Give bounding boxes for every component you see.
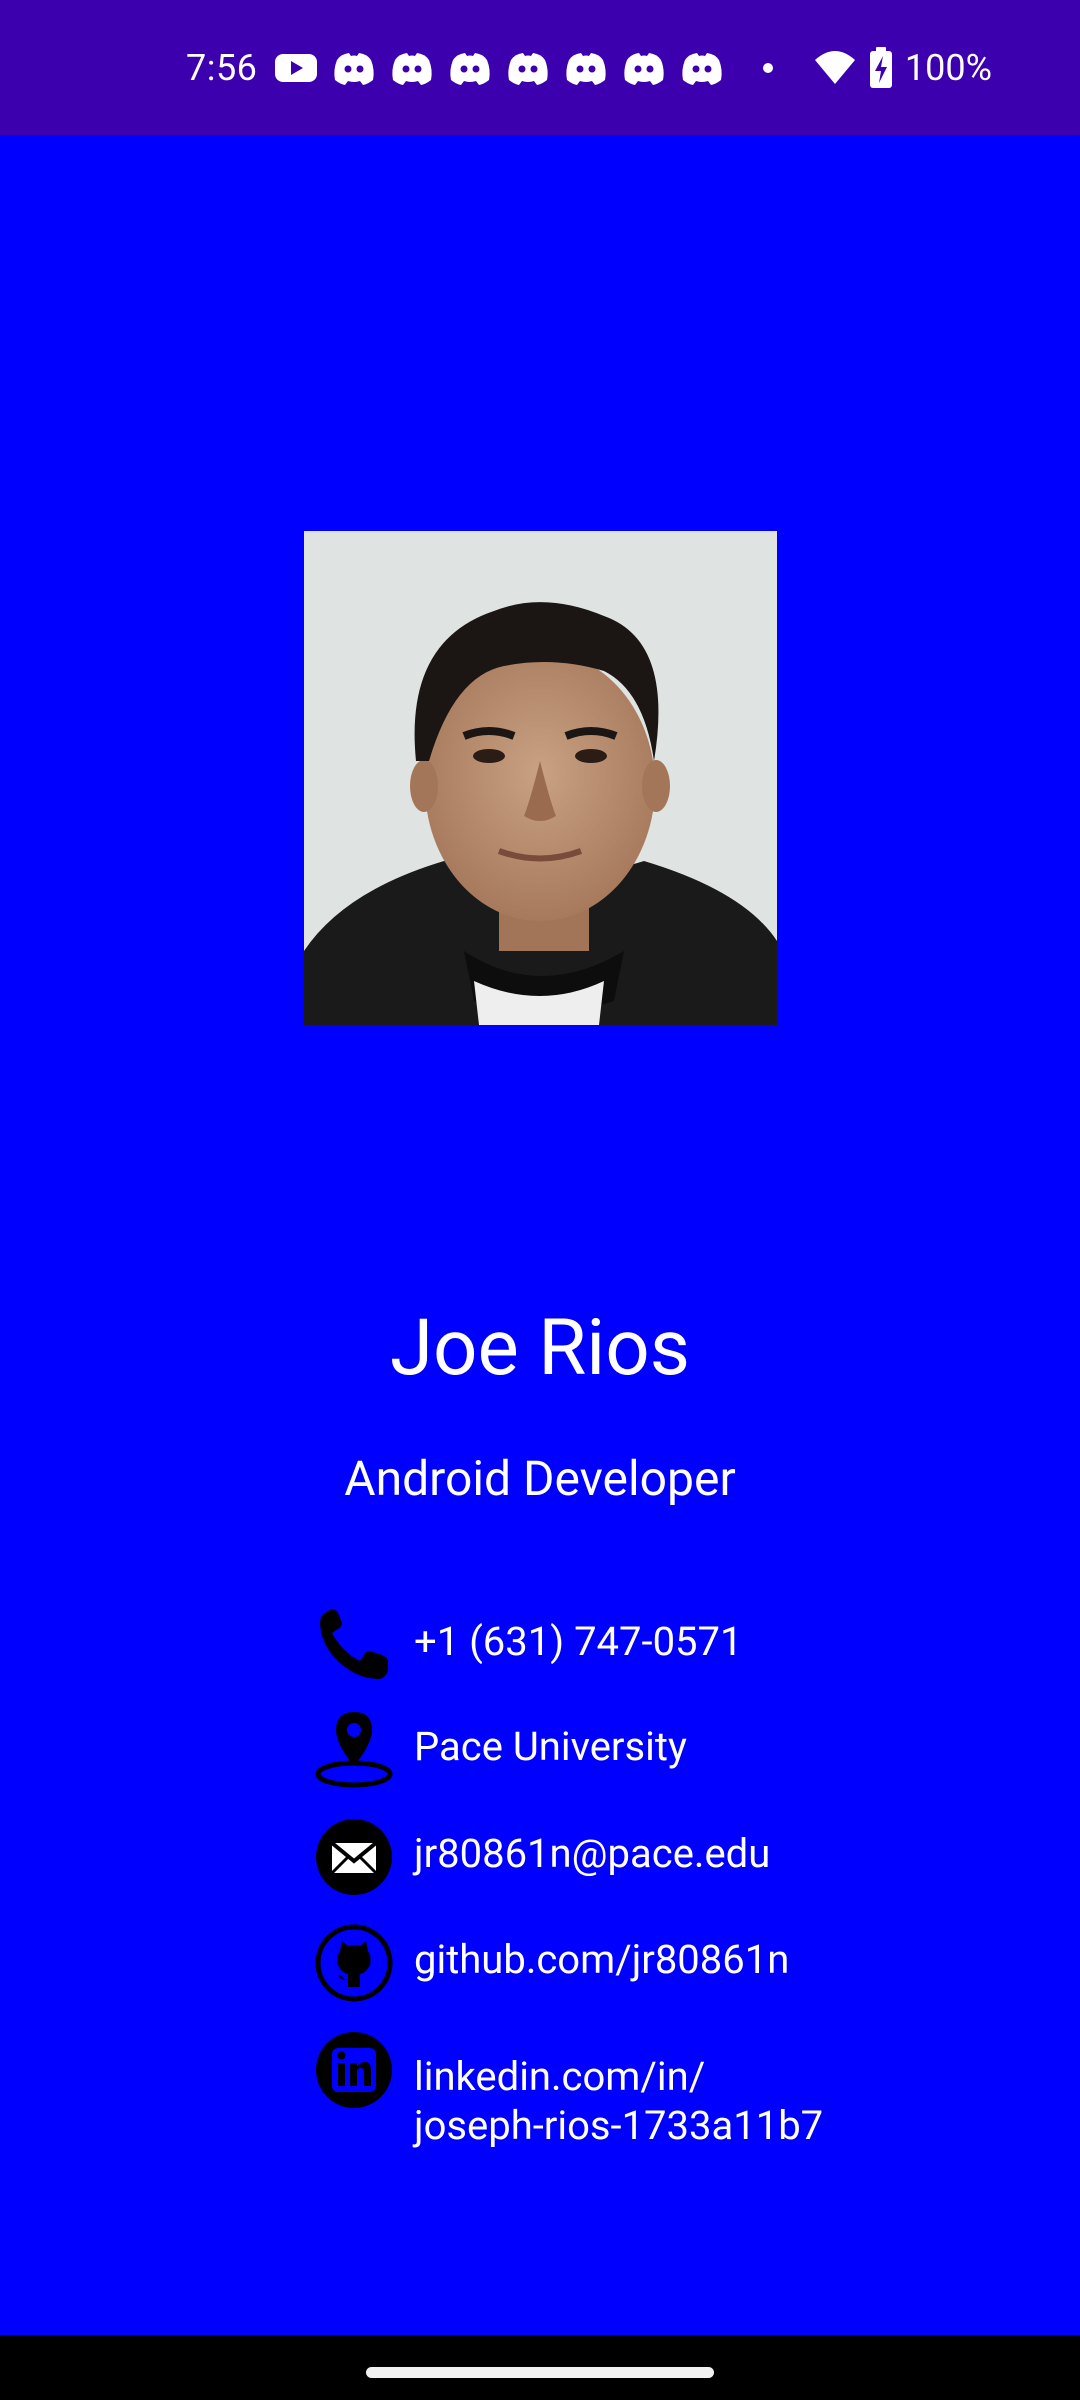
status-bar: 7:56 100% (0, 0, 1080, 135)
profile-card: Joe Rios Android Developer +1 (631) 747-… (0, 135, 1080, 2335)
navigation-bar (0, 2335, 1080, 2400)
status-left: 7:56 (186, 44, 774, 92)
wifi-icon (814, 51, 855, 84)
contact-email-text: jr80861n@pace.edu (414, 1830, 771, 1877)
location-pin-icon (315, 1712, 393, 1788)
contact-location-text: Pace University (414, 1723, 687, 1770)
discord-icon (624, 53, 665, 85)
discord-icon (450, 53, 491, 85)
linkedin-icon (316, 2032, 392, 2108)
phone-icon (320, 1609, 388, 1679)
discord-icon (508, 53, 549, 85)
home-gesture-handle[interactable] (366, 2367, 714, 2378)
discord-icon (682, 53, 723, 85)
status-time: 7:56 (186, 47, 258, 89)
discord-icon (334, 53, 375, 85)
contact-phone-text: +1 (631) 747-0571 (414, 1618, 743, 1665)
status-right: 100% (813, 44, 992, 92)
discord-icon (392, 53, 433, 85)
profile-title: Android Developer (344, 1450, 736, 1507)
dot-icon (763, 63, 774, 73)
profile-name: Joe Rios (389, 1303, 690, 1394)
contact-github-text: github.com/jr80861n (414, 1936, 790, 1983)
battery-charging-icon (869, 47, 892, 88)
github-icon (315, 1924, 393, 2002)
contact-linkedin-text-line1: linkedin.com/in/ (414, 2053, 706, 2100)
contact-linkedin-text-line2: joseph-rios-1733a11b7 (414, 2102, 824, 2149)
battery-percentage: 100% (904, 47, 992, 89)
youtube-icon (275, 54, 318, 82)
profile-photo (304, 531, 777, 1025)
discord-icon (566, 53, 607, 85)
email-icon (316, 1819, 392, 1895)
